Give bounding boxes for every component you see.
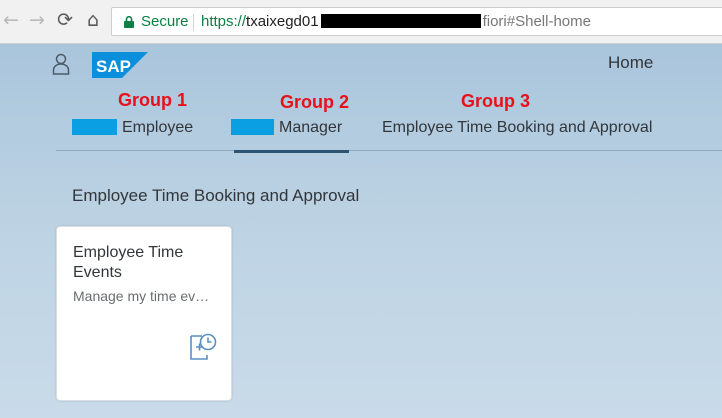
reload-button[interactable]: ⟳	[54, 8, 76, 32]
home-button[interactable]: ⌂	[82, 8, 104, 32]
annotation-group-2: Group 2	[280, 92, 350, 112]
url-host: txaixegd01	[246, 13, 319, 30]
lock-icon	[124, 16, 134, 28]
url-text: https://txaixegd01 fiori#Shell-home	[201, 13, 591, 30]
annotation-group-1: Group 1	[118, 90, 188, 110]
tab-icon-employee	[72, 119, 117, 135]
forward-button[interactable]: →	[26, 8, 48, 32]
annotation-group-3: Group 3	[461, 91, 531, 111]
user-icon[interactable]	[52, 53, 70, 75]
url-scheme: https://	[201, 13, 247, 30]
app-tile-employee-time-events[interactable]: Employee Time Events Manage my time ev…	[56, 226, 232, 401]
group-title: Employee Time Booking and Approval	[72, 186, 360, 205]
page-title: Home	[608, 53, 654, 72]
url-path: fiori#Shell-home	[482, 13, 591, 30]
launchpad: SAP Home Group 1 Group 2 Group 3 Employe…	[0, 44, 722, 418]
tab-icon-manager	[231, 119, 274, 135]
shell-header: SAP Home	[0, 44, 722, 84]
tab-manager[interactable]: Manager	[279, 119, 342, 137]
tab-selected-indicator	[234, 150, 349, 153]
back-button[interactable]: ←	[0, 8, 22, 32]
sap-logo-text: SAP	[96, 57, 131, 76]
time-entry-icon	[190, 333, 217, 360]
tab-employee-time-booking[interactable]: Employee Time Booking and Approval	[382, 119, 652, 137]
tile-title: Employee Time Events	[73, 244, 184, 281]
redaction-bar	[320, 14, 481, 28]
browser-toolbar: ← → ⟳ ⌂ Secure https://txaixegd01 fiori#S…	[0, 0, 722, 44]
tab-employee[interactable]: Employee	[122, 119, 193, 137]
tile-subtitle: Manage my time ev…	[73, 288, 210, 304]
secure-label: Secure	[141, 13, 189, 30]
address-bar[interactable]: Secure https://txaixegd01 fiori#Shell-hom…	[111, 7, 722, 36]
address-separator	[193, 14, 194, 31]
tab-bar-divider	[56, 150, 722, 151]
sap-logo[interactable]: SAP	[92, 52, 148, 78]
